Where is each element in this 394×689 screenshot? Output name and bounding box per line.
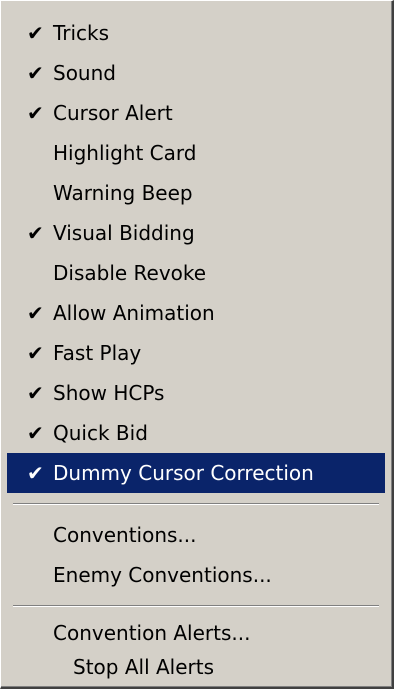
menu-separator bbox=[13, 605, 379, 607]
menu-item-sound[interactable]: ✔ Sound bbox=[7, 53, 385, 93]
checkmark-icon bbox=[27, 173, 45, 213]
menu-item-label: Allow Animation bbox=[53, 301, 215, 325]
menu-separator bbox=[13, 503, 379, 505]
menu-item-visual-bidding[interactable]: ✔ Visual Bidding bbox=[7, 213, 385, 253]
menu-item-label: Show HCPs bbox=[53, 381, 165, 405]
menu-item-cursor-alert[interactable]: ✔ Cursor Alert bbox=[7, 93, 385, 133]
menu-item-show-hcps[interactable]: ✔ Show HCPs bbox=[7, 373, 385, 413]
checkmark-icon bbox=[27, 253, 45, 293]
menu-item-label: Sound bbox=[53, 61, 116, 85]
checkmark-icon: ✔ bbox=[27, 301, 44, 325]
menu-item-conventions[interactable]: Conventions... bbox=[7, 515, 385, 555]
menu-item-label: Quick Bid bbox=[53, 421, 148, 445]
checkmark-icon: ✔ bbox=[27, 61, 44, 85]
menu-item-label: Visual Bidding bbox=[53, 221, 195, 245]
menu-item-label: Warning Beep bbox=[53, 181, 193, 205]
menu-item-label: Cursor Alert bbox=[53, 101, 173, 125]
checkmark-icon: ✔ bbox=[27, 221, 44, 245]
menu-item-label: Conventions... bbox=[53, 523, 197, 547]
menu-item-stop-all-alerts[interactable]: Stop All Alerts bbox=[7, 647, 385, 687]
menu-item-fast-play[interactable]: ✔ Fast Play bbox=[7, 333, 385, 373]
checkmark-icon: ✔ bbox=[27, 101, 44, 125]
menu-item-label: Enemy Conventions... bbox=[53, 563, 272, 587]
checkmark-icon: ✔ bbox=[27, 21, 44, 45]
menu-item-label: Tricks bbox=[53, 21, 110, 45]
menu-item-label: Dummy Cursor Correction bbox=[53, 461, 314, 485]
menu-item-allow-animation[interactable]: ✔ Allow Animation bbox=[7, 293, 385, 333]
checkmark-icon bbox=[27, 133, 45, 173]
menu-item-dummy-cursor-correction[interactable]: ✔ Dummy Cursor Correction bbox=[7, 453, 385, 493]
checkmark-icon: ✔ bbox=[27, 381, 44, 405]
menu-item-label: Disable Revoke bbox=[53, 261, 207, 285]
menu-item-label: Stop All Alerts bbox=[73, 655, 215, 679]
menu-item-quick-bid[interactable]: ✔ Quick Bid bbox=[7, 413, 385, 453]
menu-item-label: Highlight Card bbox=[53, 141, 197, 165]
checkmark-icon: ✔ bbox=[27, 421, 44, 445]
options-menu: ✔ Tricks ✔ Sound ✔ Cursor Alert Highligh… bbox=[0, 0, 394, 689]
checkmark-icon: ✔ bbox=[27, 461, 44, 485]
menu-item-disable-revoke[interactable]: Disable Revoke bbox=[7, 253, 385, 293]
checkmark-icon: ✔ bbox=[27, 341, 44, 365]
menu-item-warning-beep[interactable]: Warning Beep bbox=[7, 173, 385, 213]
menu-item-tricks[interactable]: ✔ Tricks bbox=[7, 13, 385, 53]
menu-item-enemy-conventions[interactable]: Enemy Conventions... bbox=[7, 555, 385, 595]
menu-item-label: Fast Play bbox=[53, 341, 142, 365]
menu-item-highlight-card[interactable]: Highlight Card bbox=[7, 133, 385, 173]
